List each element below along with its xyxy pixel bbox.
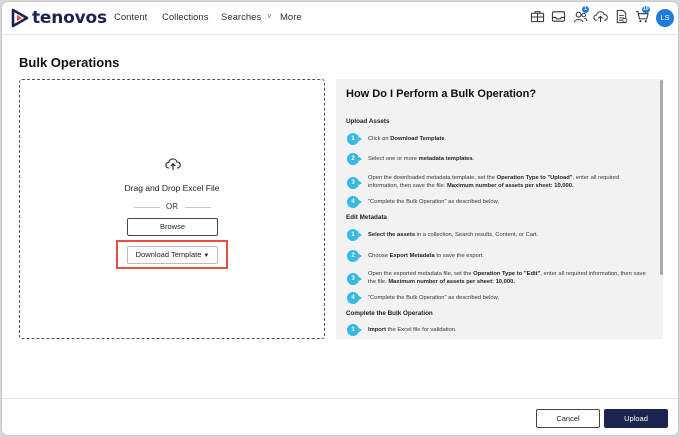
inbox-icon[interactable]: [551, 9, 566, 24]
page-title: Bulk Operations: [19, 55, 120, 70]
top-navigation-bar: tenovos Content Collections Searches ˅ M…: [2, 2, 678, 35]
download-template-label: Download Template: [135, 250, 202, 259]
help-panel: How Do I Perform a Bulk Operation? Uploa…: [336, 79, 663, 339]
file-drop-zone[interactable]: Drag and Drop Excel File OR Browse Downl…: [19, 79, 325, 339]
browse-button[interactable]: Browse: [127, 218, 218, 236]
caret-down-icon: ▼: [203, 253, 210, 259]
nav-item-content[interactable]: Content: [114, 12, 147, 23]
cart-icon[interactable]: 10: [635, 6, 650, 24]
footer-divider: [2, 398, 678, 399]
step-text: Select one or more metadata templates.: [368, 156, 475, 162]
step-text: Choose Export Metadata to save the expor…: [368, 253, 485, 259]
app-window: tenovos Content Collections Searches ˅ M…: [1, 1, 679, 436]
cancel-button[interactable]: Cancel: [536, 409, 600, 428]
briefcase-icon[interactable]: [530, 9, 545, 24]
step-text: Import the Excel file for validation.: [368, 327, 457, 333]
document-icon[interactable]: [614, 9, 629, 24]
download-template-button[interactable]: Download Template ▼: [127, 246, 218, 264]
brand-name: tenovos: [32, 8, 107, 28]
nav-item-searches[interactable]: Searches: [221, 12, 261, 23]
step-number: 3: [347, 177, 362, 189]
section-heading: Complete the Bulk Operation: [346, 310, 433, 317]
cart-count-badge: 10: [642, 6, 650, 13]
or-separator: OR: [166, 202, 178, 211]
help-scrollbar[interactable]: [660, 80, 663, 275]
step-number: 1: [347, 324, 362, 336]
step-text: "Complete the Bulk Operation" as describ…: [368, 199, 500, 205]
step-number: 1: [347, 133, 362, 145]
drop-instructions: Drag and Drop Excel File: [124, 183, 220, 193]
step-number: 2: [347, 153, 362, 165]
step-text: "Complete the Bulk Operation" as describ…: [368, 295, 500, 301]
section-heading: Edit Metadata: [346, 214, 387, 221]
help-title: How Do I Perform a Bulk Operation?: [346, 88, 537, 100]
brand-logo[interactable]: tenovos: [11, 8, 107, 28]
step-number: 2: [347, 250, 362, 262]
cloud-upload-icon[interactable]: [593, 9, 608, 24]
step-number: 1: [347, 229, 362, 241]
cloud-upload-icon: [165, 158, 181, 170]
step-number: 4: [347, 196, 362, 208]
chevron-down-icon: ˅: [267, 12, 272, 21]
section-heading: Upload Assets: [346, 118, 390, 125]
step-text: Click on Download Template.: [368, 136, 447, 142]
nav-item-collections[interactable]: Collections: [162, 12, 208, 23]
users-icon[interactable]: 1: [573, 6, 589, 24]
user-avatar[interactable]: LS: [656, 9, 674, 27]
notification-badge: 1: [582, 6, 589, 13]
step-text: Open the exported metadata file, set the…: [368, 271, 646, 285]
nav-item-more[interactable]: More: [280, 12, 302, 23]
step-number: 4: [347, 292, 362, 304]
step-text: Open the downloaded metadata template, s…: [368, 175, 620, 189]
upload-button[interactable]: Upload: [604, 409, 668, 428]
divider: [185, 207, 211, 208]
step-text: Select the assets in a collection, Searc…: [368, 232, 539, 238]
step-number: 3: [347, 273, 362, 285]
tenovos-logo-icon: [11, 8, 29, 28]
